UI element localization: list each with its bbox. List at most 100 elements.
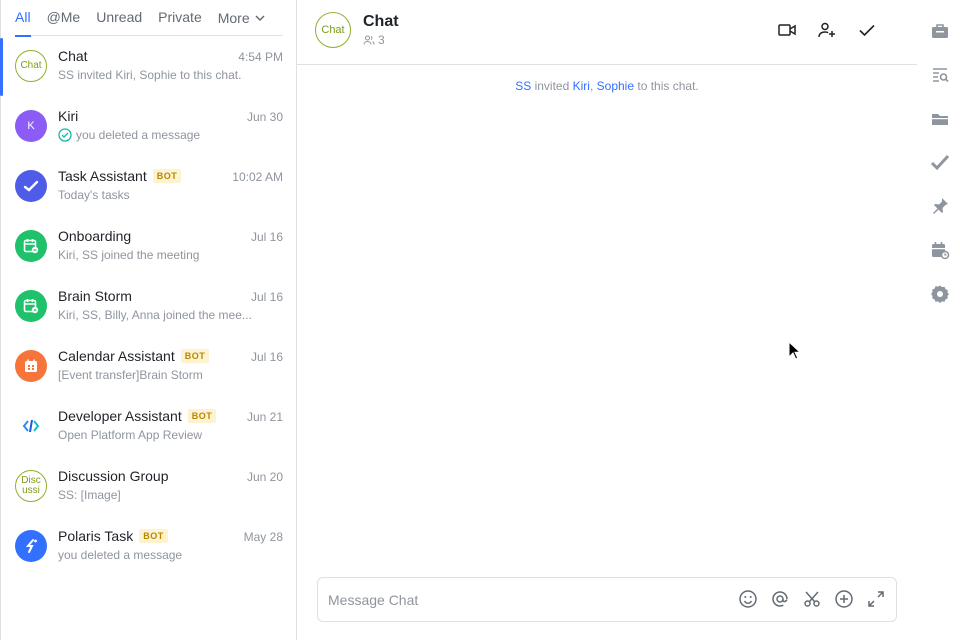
chat-list-panel: All @Me Unread Private More Chat Chat 4:… (0, 0, 297, 640)
conversation-panel: Chat Chat 3 SS invited Kiri, Sophie to t… (297, 0, 917, 640)
chat-name: Polaris Task (58, 528, 134, 544)
done-check-icon[interactable] (857, 20, 877, 40)
chat-preview: Open Platform App Review (58, 428, 267, 442)
chat-time: Jun 30 (246, 110, 283, 124)
chat-name: Calendar Assistant (58, 348, 175, 364)
filter-tabs: All @Me Unread Private More (15, 0, 283, 37)
header-actions (777, 20, 877, 40)
chat-preview: you deleted a message (58, 548, 267, 562)
chat-preview-text: Kiri, SS joined the meeting (58, 248, 200, 262)
bot-badge: BOT (139, 529, 168, 543)
conversation-title[interactable]: Chat (363, 13, 399, 31)
system-verb: invited (534, 79, 570, 93)
actor-link[interactable]: SS (515, 79, 531, 93)
user-avatar: K (15, 110, 47, 142)
composer-tools (738, 589, 886, 609)
group-avatar: Disc ussi (15, 470, 47, 502)
chevron-down-icon (255, 14, 265, 21)
message-input[interactable] (328, 578, 718, 621)
chat-time: 4:54 PM (238, 50, 283, 64)
polaris-icon (15, 530, 47, 562)
screenshot-scissors-icon[interactable] (802, 589, 822, 609)
chat-preview-text: Kiri, SS, Billy, Anna joined the mee... (58, 308, 252, 322)
pin-icon[interactable] (930, 196, 950, 216)
chat-list: Chat Chat 4:54 PM SS invited Kiri, Sophi… (0, 36, 297, 576)
emoji-icon[interactable] (738, 589, 758, 609)
tab-more-label: More (217, 9, 250, 26)
chat-item-calendar-assistant[interactable]: Calendar Assistant BOT Jul 16 [Event tran… (1, 336, 297, 396)
chat-name: Brain Storm (58, 288, 132, 304)
chat-preview: [Event transfer]Brain Storm (58, 368, 267, 382)
calendar-icon (15, 350, 47, 382)
bot-badge: BOT (180, 349, 210, 363)
chat-preview: Today's tasks (58, 188, 267, 202)
chat-name: Onboarding (58, 228, 132, 244)
separator: , (589, 79, 594, 93)
chat-item-chat[interactable]: Chat Chat 4:54 PM SS invited Kiri, Sophi… (0, 36, 297, 96)
chat-preview-text: you deleted a message (76, 128, 201, 142)
chat-preview: SS invited Kiri, Sophie to this chat. (58, 68, 267, 82)
members-icon (363, 35, 375, 45)
meeting-icon (15, 290, 47, 322)
group-avatar: Chat (15, 50, 47, 82)
add-member-icon[interactable] (817, 20, 837, 40)
briefcase-icon[interactable] (930, 21, 950, 41)
chat-preview-text: SS: [Image] (58, 488, 121, 502)
chat-item-discussion-group[interactable]: Disc ussi Discussion Group Jun 20 SS: [I… (1, 456, 297, 516)
chat-item-task-assistant[interactable]: Task Assistant BOT 10:02 AM Today's tasks (1, 156, 297, 216)
chat-name: Kiri (58, 108, 79, 124)
chat-item-polaris-task[interactable]: Polaris Task BOT May 28 you deleted a mes… (1, 516, 297, 576)
folder-icon[interactable] (930, 109, 950, 129)
chat-time: 10:02 AM (232, 170, 283, 184)
meeting-icon (15, 230, 47, 262)
chat-name: Chat (58, 48, 88, 64)
system-message: SS invited Kiri, Sophie to this chat. (297, 79, 917, 93)
messenger-app: All @Me Unread Private More Chat Chat 4:… (0, 0, 960, 640)
target-link[interactable]: Kiri (573, 79, 590, 93)
check-circle-icon (58, 128, 72, 142)
chat-preview: Kiri, SS, Billy, Anna joined the mee... (58, 308, 267, 322)
tab-all[interactable]: All (15, 0, 31, 37)
mention-icon[interactable] (770, 589, 790, 609)
chat-time: Jul 16 (250, 350, 283, 364)
system-suffix: to this chat. (637, 79, 699, 93)
add-plus-icon[interactable] (834, 589, 854, 609)
task-check-icon (15, 170, 47, 202)
tab-mentions[interactable]: @Me (47, 0, 81, 36)
chat-preview: SS: [Image] (58, 488, 267, 502)
member-count[interactable]: 3 (363, 33, 385, 47)
chat-time: Jul 16 (250, 290, 283, 304)
chat-time: May 28 (243, 530, 283, 544)
chat-item-kiri[interactable]: K Kiri Jun 30 you deleted a message (1, 96, 297, 156)
header-avatar[interactable]: Chat (315, 12, 351, 48)
chat-preview: you deleted a message (58, 128, 267, 142)
tab-unread[interactable]: Unread (96, 0, 142, 36)
tab-more[interactable]: More (218, 0, 266, 36)
calendar-event-icon[interactable] (930, 240, 950, 260)
chat-preview-text: SS invited Kiri, Sophie to this chat. (58, 68, 242, 82)
chat-preview: Kiri, SS joined the meeting (58, 248, 267, 262)
chat-time: Jun 20 (246, 470, 283, 484)
chat-preview-text: [Event transfer]Brain Storm (58, 368, 203, 382)
chat-item-brain-storm[interactable]: Brain Storm Jul 16 Kiri, SS, Billy, Anna… (1, 276, 297, 336)
tab-private[interactable]: Private (158, 0, 202, 36)
message-composer (317, 577, 897, 622)
member-count-value: 3 (378, 33, 385, 47)
chat-preview-text: you deleted a message (58, 548, 183, 562)
chat-name: Task Assistant (58, 168, 147, 184)
chat-time: Jun 21 (246, 410, 283, 424)
settings-gear-icon[interactable] (930, 284, 950, 304)
chat-time: Jul 16 (250, 230, 283, 244)
task-icon[interactable] (930, 152, 950, 172)
bot-badge: BOT (187, 409, 217, 423)
search-history-icon[interactable] (930, 65, 950, 85)
video-call-icon[interactable] (777, 20, 797, 40)
chat-name: Developer Assistant (58, 408, 182, 424)
target-link[interactable]: Sophie (597, 79, 634, 93)
chat-item-onboarding[interactable]: Onboarding Jul 16 Kiri, SS joined the me… (1, 216, 297, 276)
right-toolbar (917, 0, 960, 640)
expand-icon[interactable] (866, 589, 886, 609)
chat-item-developer-assistant[interactable]: Developer Assistant BOT Jun 21 Open Platf… (1, 396, 297, 456)
bot-badge: BOT (152, 169, 182, 183)
chat-name: Discussion Group (58, 468, 169, 484)
